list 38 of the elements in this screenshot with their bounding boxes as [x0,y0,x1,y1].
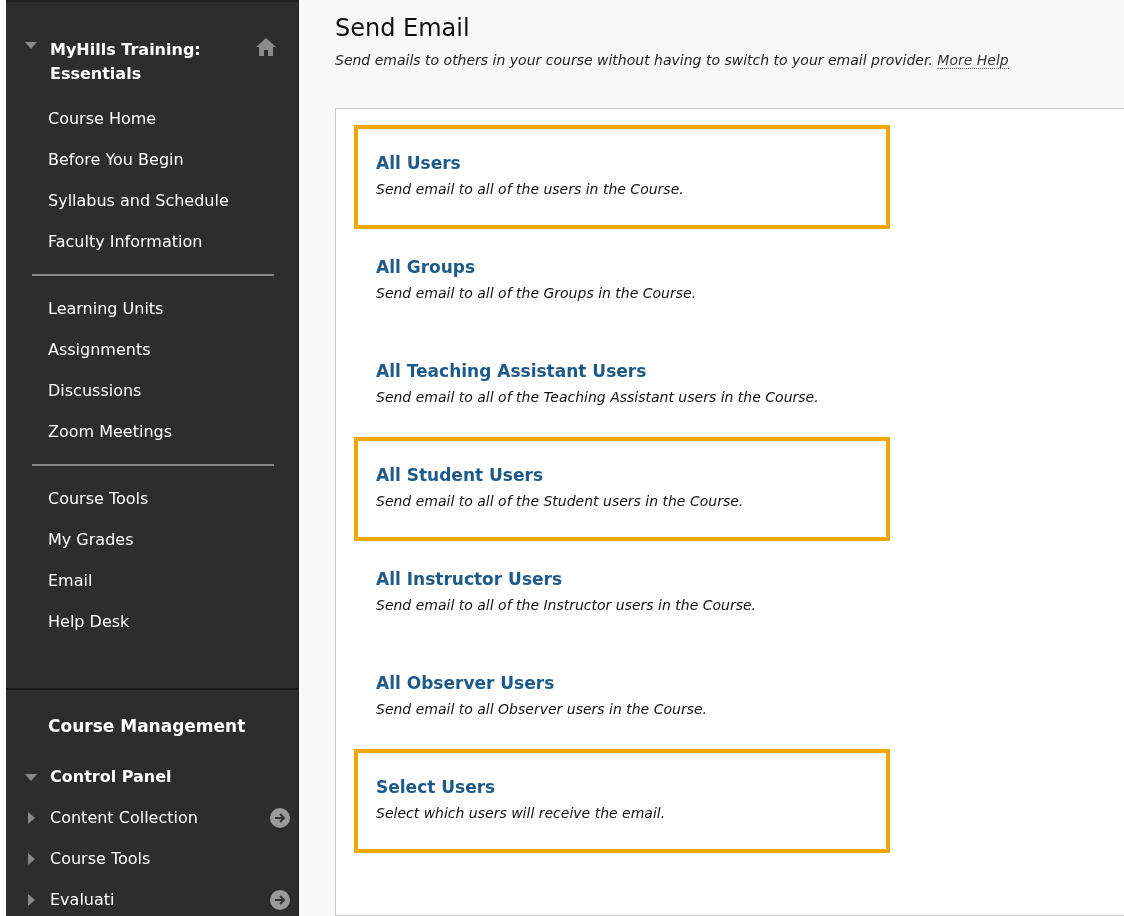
course-title: MyHills Training: Essentials [50,39,202,85]
nav-link[interactable]: Discussions [48,370,298,411]
nav-link[interactable]: Course Tools [50,849,290,868]
control-panel-heading[interactable]: Control Panel [50,767,290,786]
nav-link[interactable]: Evaluati [50,890,258,909]
page-description: Send emails to others in your course without having to switch to your email provider. More Help [335,52,1010,68]
option-description: Send email to all Observer users in the Course. [376,701,707,717]
arrow-circle-icon[interactable] [270,807,290,828]
section-heading: Course Management [47,716,247,736]
nav-link[interactable]: My Grades [48,519,298,560]
nav-link[interactable]: Zoom Meetings [48,411,298,452]
option-description: Select which users will receive the email. [376,805,666,821]
option-link[interactable]: Select Users [376,777,496,797]
option-link[interactable]: All Observer Users [376,673,555,693]
option-link[interactable]: All Teaching Assistant Users [376,361,647,381]
nav-link[interactable]: Course Tools [48,478,298,519]
option-description: Send email to all of the Groups in the Course. [376,285,697,301]
arrow-circle-icon[interactable] [270,889,290,910]
nav-link[interactable]: Help Desk [48,601,298,642]
nav-link[interactable]: Faculty Information [48,221,298,262]
option-link[interactable]: All Users [376,153,461,173]
page-title: Send Email [335,14,471,42]
nav-link[interactable]: Syllabus and Schedule [48,180,298,221]
home-icon[interactable] [256,38,276,56]
option-link[interactable]: All Instructor Users [376,569,563,589]
option-description: Send email to all of the users in the Course. [376,181,684,197]
nav-link[interactable]: Email [48,560,298,601]
help-link[interactable]: More Help [937,52,1009,69]
option-description: Send email to all of the Student users in the Course. [376,493,744,509]
nav-link[interactable]: Before You Begin [48,139,298,180]
option-description: Send email to all of the Teaching Assistant users in the Course. [376,389,819,405]
option-link[interactable]: All Groups [376,257,476,277]
option-description: Send email to all of the Instructor users in the Course. [376,597,757,613]
nav-link[interactable]: Course Home [48,98,298,139]
nav-link[interactable]: Content Collection [50,808,258,827]
option-link[interactable]: All Student Users [376,465,543,485]
nav-link[interactable]: Assignments [48,329,298,370]
nav-link[interactable]: Learning Units [48,288,298,329]
